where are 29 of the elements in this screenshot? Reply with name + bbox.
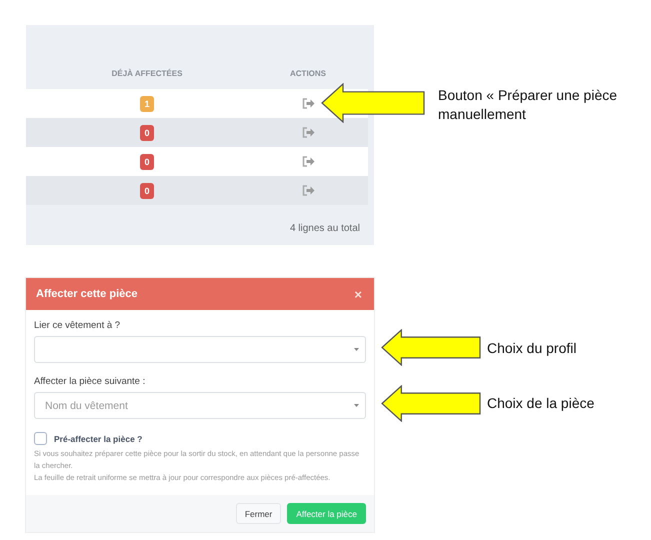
- field-label: Lier ce vêtement à ?: [34, 320, 122, 331]
- close-button[interactable]: ×: [354, 286, 362, 302]
- sign-out-icon[interactable]: [302, 98, 314, 109]
- sign-out-icon[interactable]: [302, 156, 314, 167]
- select-field[interactable]: Nom du vêtement: [34, 392, 366, 419]
- caret-icon: [354, 404, 359, 407]
- annotation-text: Choix du profil: [487, 339, 578, 358]
- select-field[interactable]: [34, 336, 366, 363]
- annotation-text: Choix de la pièce: [487, 394, 596, 413]
- submit-button[interactable]: Affecter la pièce: [287, 503, 366, 524]
- cancel-button[interactable]: Fermer: [236, 503, 282, 524]
- arrow-icon: [381, 329, 481, 366]
- field-label: Affecter la pièce suivante :: [34, 376, 146, 387]
- sign-out-icon[interactable]: [302, 127, 314, 138]
- count-badge: 0: [140, 124, 154, 140]
- column-header: ACTIONS: [290, 69, 326, 80]
- arrow-icon: [321, 83, 425, 123]
- sign-out-icon[interactable]: [302, 185, 314, 196]
- column-header: DÉJÀ AFFECTÉES: [112, 69, 182, 80]
- row-count: 4 lignes au total: [290, 223, 360, 234]
- checkbox-label: Pré-affecter la pièce ?: [54, 434, 142, 444]
- count-badge: 0: [140, 182, 154, 198]
- count-badge: 0: [140, 154, 154, 170]
- caret-icon: [354, 348, 359, 351]
- count-badge: 1: [140, 96, 154, 112]
- checkbox[interactable]: [34, 432, 47, 445]
- arrow-icon: [381, 385, 481, 422]
- modal-title: Affecter cette pièce: [36, 288, 138, 300]
- annotation-text: Bouton « Préparer une pièce manuellement: [438, 86, 618, 124]
